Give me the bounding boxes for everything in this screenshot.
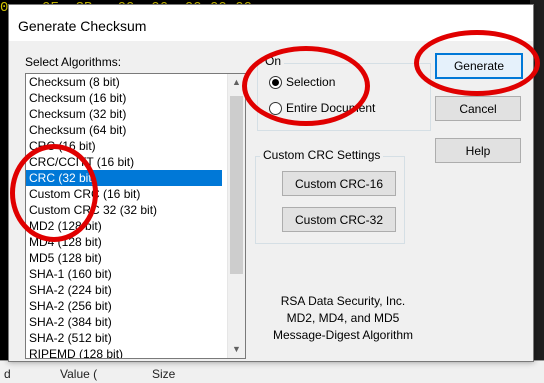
list-item[interactable]: MD5 (128 bit): [26, 250, 222, 266]
algorithms-list: Checksum (8 bit) Checksum (16 bit) Checksu…: [26, 74, 222, 358]
bg-column-size: Size: [152, 367, 176, 381]
rsa-notice-line: Message-Digest Algorithm: [272, 328, 414, 342]
custom-crc-32-button[interactable]: Custom CRC-32: [282, 207, 396, 232]
list-item[interactable]: MD2 (128 bit): [26, 218, 222, 234]
rsa-notice-line: MD2, MD4, and MD5: [286, 311, 400, 325]
list-item[interactable]: CRC/CCITT (16 bit): [26, 154, 222, 170]
list-item[interactable]: Custom CRC 32 (32 bit): [26, 202, 222, 218]
dialog-titlebar[interactable]: Generate Checksum: [9, 5, 533, 41]
list-item[interactable]: SHA-2 (384 bit): [26, 314, 222, 330]
algorithms-listbox[interactable]: Checksum (8 bit) Checksum (16 bit) Checksu…: [25, 73, 246, 359]
scroll-up-arrow-icon[interactable]: ▲: [228, 74, 245, 91]
on-groupbox: [257, 63, 431, 131]
radio-entire-document[interactable]: Entire Document: [269, 101, 419, 119]
radio-selection-indicator[interactable]: [269, 76, 282, 89]
radio-entire-document-indicator[interactable]: [269, 102, 282, 115]
list-item[interactable]: Custom CRC (16 bit): [26, 186, 222, 202]
cancel-button[interactable]: Cancel: [435, 96, 521, 121]
rsa-notice: RSA Data Security, Inc. MD2, MD4, and MD…: [257, 293, 429, 344]
scroll-thumb[interactable]: [230, 96, 243, 274]
custom-crc-16-button[interactable]: Custom CRC-16: [282, 171, 396, 196]
help-button[interactable]: Help: [435, 138, 521, 163]
bg-column-value: Value (: [60, 367, 98, 381]
list-item[interactable]: Checksum (32 bit): [26, 106, 222, 122]
list-item[interactable]: CRC (16 bit): [26, 138, 222, 154]
radio-selection-label: Selection: [286, 75, 336, 89]
list-item[interactable]: SHA-2 (256 bit): [26, 298, 222, 314]
algorithms-label: Select Algorithms:: [25, 55, 122, 69]
list-item[interactable]: RIPEMD (128 bit): [26, 346, 222, 358]
algorithms-scrollbar[interactable]: ▲ ▼: [227, 74, 245, 358]
generate-button[interactable]: Generate: [435, 53, 523, 79]
list-item[interactable]: CRC (32 bit): [26, 170, 222, 186]
list-item[interactable]: SHA-1 (160 bit): [26, 266, 222, 282]
list-item[interactable]: MD4 (128 bit): [26, 234, 222, 250]
list-item[interactable]: Checksum (64 bit): [26, 122, 222, 138]
generate-checksum-dialog: Generate Checksum Select Algorithms: Che…: [8, 4, 534, 362]
scroll-down-arrow-icon[interactable]: ▼: [228, 341, 245, 358]
list-item[interactable]: Checksum (8 bit): [26, 74, 222, 90]
rsa-notice-line: RSA Data Security, Inc.: [280, 294, 406, 308]
list-item[interactable]: Checksum (16 bit): [26, 90, 222, 106]
bg-column-d: d: [4, 367, 11, 381]
on-group-title: On: [262, 54, 285, 68]
custom-crc-group-title: Custom CRC Settings: [260, 148, 384, 162]
radio-entire-document-label: Entire Document: [286, 101, 376, 115]
list-item[interactable]: SHA-2 (224 bit): [26, 282, 222, 298]
radio-selection[interactable]: Selection: [269, 75, 389, 93]
dialog-title: Generate Checksum: [18, 18, 147, 34]
list-item[interactable]: SHA-2 (512 bit): [26, 330, 222, 346]
